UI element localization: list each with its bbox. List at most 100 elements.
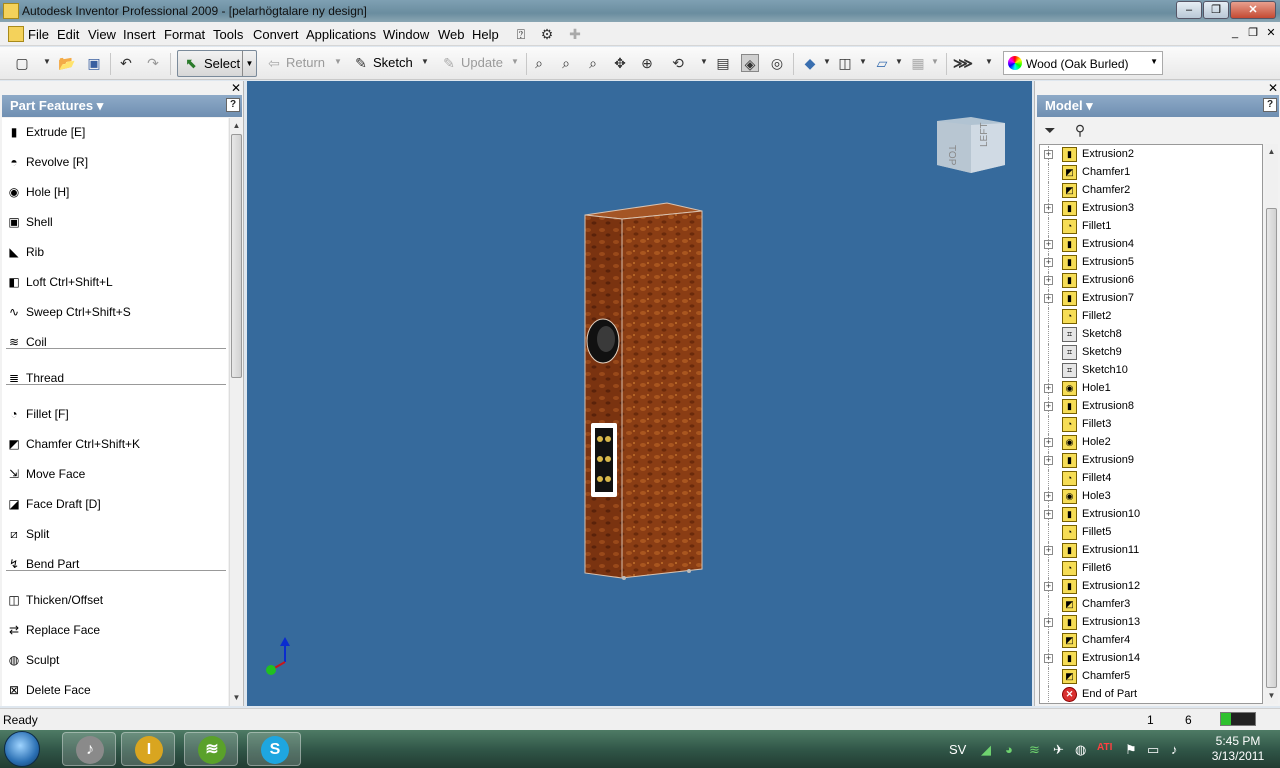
expand-icon[interactable]: + xyxy=(1044,510,1053,519)
tree-node[interactable]: ◔ Fillet3 xyxy=(1040,416,1262,434)
return-icon[interactable]: ⇦ xyxy=(265,54,283,72)
next-icon[interactable]: ⋙ xyxy=(953,54,973,72)
tree-node[interactable]: ⌗ Sketch8 xyxy=(1040,326,1262,344)
zoom-icon[interactable]: ⌕ xyxy=(584,54,602,72)
tree-node[interactable]: + ▮ Extrusion9 xyxy=(1040,452,1262,470)
tree-scroll-down-icon[interactable]: ▼ xyxy=(1265,690,1278,702)
expand-icon[interactable]: + xyxy=(1044,294,1053,303)
expand-icon[interactable]: + xyxy=(1044,546,1053,555)
tree-scroll-thumb[interactable] xyxy=(1266,208,1277,688)
constraint-icon[interactable]: ▦ xyxy=(909,54,927,72)
maximize-button[interactable]: ❐ xyxy=(1203,1,1229,19)
select-dropdown-icon[interactable]: ▼ xyxy=(242,51,256,76)
section-dropdown-icon[interactable]: ▼ xyxy=(858,55,868,69)
action-center-flag-icon[interactable]: ⚑ xyxy=(1125,742,1137,758)
inventor-task[interactable]: I xyxy=(121,732,175,766)
menu-insert[interactable]: Insert xyxy=(123,27,156,42)
expand-icon[interactable]: + xyxy=(1044,456,1053,465)
mdi-restore-button[interactable]: ❐ xyxy=(1246,27,1260,41)
view-cube-icon[interactable]: ◆ xyxy=(801,54,819,72)
expand-icon[interactable]: + xyxy=(1044,582,1053,591)
panel-close-icon[interactable]: ✕ xyxy=(231,81,241,95)
tree-node[interactable]: ◩ Chamfer5 xyxy=(1040,668,1262,686)
orbit-icon[interactable]: ⟲ xyxy=(669,54,687,72)
expand-icon[interactable]: + xyxy=(1044,654,1053,663)
menu-edit[interactable]: Edit xyxy=(57,27,79,42)
tree-scroll-up-icon[interactable]: ▲ xyxy=(1265,146,1278,158)
document-icon[interactable] xyxy=(8,26,24,42)
tree-node[interactable]: + ◉ Hole1 xyxy=(1040,380,1262,398)
tree-node[interactable]: ◔ Fillet1 xyxy=(1040,218,1262,236)
scroll-thumb[interactable] xyxy=(231,134,242,378)
expand-icon[interactable]: + xyxy=(1044,492,1053,501)
feature-loft[interactable]: ◧ Loft Ctrl+Shift+L xyxy=(2,270,228,294)
close-button[interactable]: ✕ xyxy=(1230,1,1276,19)
expand-icon[interactable]: + xyxy=(1044,150,1053,159)
next-dropdown-icon[interactable]: ▼ xyxy=(984,55,994,69)
feature-delete-face[interactable]: ⊠ Delete Face xyxy=(2,678,228,702)
inventor-app-icon[interactable] xyxy=(3,3,19,19)
scroll-up-icon[interactable]: ▲ xyxy=(230,120,243,132)
feature-replace-face[interactable]: ⇄ Replace Face xyxy=(2,618,228,642)
system-clock[interactable]: 5:45 PM 3/13/2011 xyxy=(1203,734,1273,764)
mdi-minimize-button[interactable]: _ xyxy=(1228,27,1242,41)
part-features-header[interactable]: Part Features ▾ ? xyxy=(2,95,242,117)
tree-node[interactable]: ◔ Fillet6 xyxy=(1040,560,1262,578)
section-view-icon[interactable]: ◫ xyxy=(836,54,854,72)
menu-convert[interactable]: Convert xyxy=(253,27,299,42)
view-dropdown-icon[interactable]: ▼ xyxy=(822,55,832,69)
tree-node[interactable]: ◩ Chamfer2 xyxy=(1040,182,1262,200)
tree-node[interactable]: + ▮ Extrusion6 xyxy=(1040,272,1262,290)
zoom-all-icon[interactable]: ⌕ xyxy=(530,54,548,72)
tree-node[interactable]: + ▮ Extrusion5 xyxy=(1040,254,1262,272)
language-indicator[interactable]: SV xyxy=(949,742,966,757)
help-topics-icon[interactable]: ⚙ xyxy=(538,25,556,43)
add-icon[interactable]: ✚ xyxy=(566,25,584,43)
return-dropdown-icon[interactable]: ▼ xyxy=(333,55,343,69)
tree-node[interactable]: + ▮ Extrusion10 xyxy=(1040,506,1262,524)
tree-node[interactable]: + ▮ Extrusion14 xyxy=(1040,650,1262,668)
feature-move-face[interactable]: ⇲ Move Face xyxy=(2,462,228,486)
filter-icon[interactable]: ⏷ xyxy=(1041,121,1059,139)
feature-shell[interactable]: ▣ Shell xyxy=(2,210,228,234)
start-button[interactable] xyxy=(4,731,40,767)
plane-icon[interactable]: ▱ xyxy=(873,54,891,72)
tree-node[interactable]: + ▮ Extrusion8 xyxy=(1040,398,1262,416)
sketch-icon[interactable]: ✎ xyxy=(352,54,370,72)
tray-spotify-icon[interactable]: ≋ xyxy=(1029,742,1040,758)
expand-icon[interactable]: + xyxy=(1044,402,1053,411)
plane-dropdown-icon[interactable]: ▼ xyxy=(894,55,904,69)
scroll-down-icon[interactable]: ▼ xyxy=(230,692,243,704)
feature-thread[interactable]: ≣ Thread xyxy=(2,366,228,390)
tree-node[interactable]: + ▮ Extrusion4 xyxy=(1040,236,1262,254)
feature-bend-part[interactable]: ↯ Bend Part xyxy=(2,552,228,576)
tree-node[interactable]: ✕ End of Part xyxy=(1040,686,1262,703)
material-select[interactable]: Wood (Oak Burled) ▼ xyxy=(1003,51,1163,75)
tray-chat-icon[interactable]: ◕ xyxy=(1005,742,1013,757)
speaker-model[interactable] xyxy=(247,81,1032,706)
feature-chamfer[interactable]: ◩ Chamfer Ctrl+Shift+K xyxy=(2,432,228,456)
tray-network-icon[interactable]: ◍ xyxy=(1075,742,1086,758)
update-icon[interactable]: ✎ xyxy=(440,54,458,72)
menu-format[interactable]: Format xyxy=(164,27,205,42)
tree-node[interactable]: ◔ Fillet2 xyxy=(1040,308,1262,326)
expand-icon[interactable]: + xyxy=(1044,618,1053,627)
tree-node[interactable]: + ▮ Extrusion2 xyxy=(1040,146,1262,164)
tree-node[interactable]: + ◉ Hole2 xyxy=(1040,434,1262,452)
look-at-icon[interactable]: ▤ xyxy=(714,54,732,72)
menu-file[interactable]: File xyxy=(28,27,49,42)
feature-hole[interactable]: ◉ Hole [H] xyxy=(2,180,228,204)
feature-rib[interactable]: ◣ Rib xyxy=(2,240,228,264)
skype-task[interactable]: S xyxy=(247,732,301,766)
tree-node[interactable]: + ◉ Hole3 xyxy=(1040,488,1262,506)
volume-icon[interactable]: ♪ xyxy=(1171,742,1178,757)
panel-help-icon[interactable]: ? xyxy=(226,98,240,112)
update-button[interactable]: Update xyxy=(461,52,503,74)
menu-web[interactable]: Web xyxy=(438,27,465,42)
expand-icon[interactable]: + xyxy=(1044,276,1053,285)
tree-node[interactable]: ◩ Chamfer1 xyxy=(1040,164,1262,182)
zoom-selected-icon[interactable]: ⊕ xyxy=(638,54,656,72)
graphics-viewport[interactable]: TOP LEFT xyxy=(247,81,1032,706)
minimize-button[interactable]: – xyxy=(1176,1,1202,19)
feature-coil[interactable]: ≋ Coil xyxy=(2,330,228,354)
